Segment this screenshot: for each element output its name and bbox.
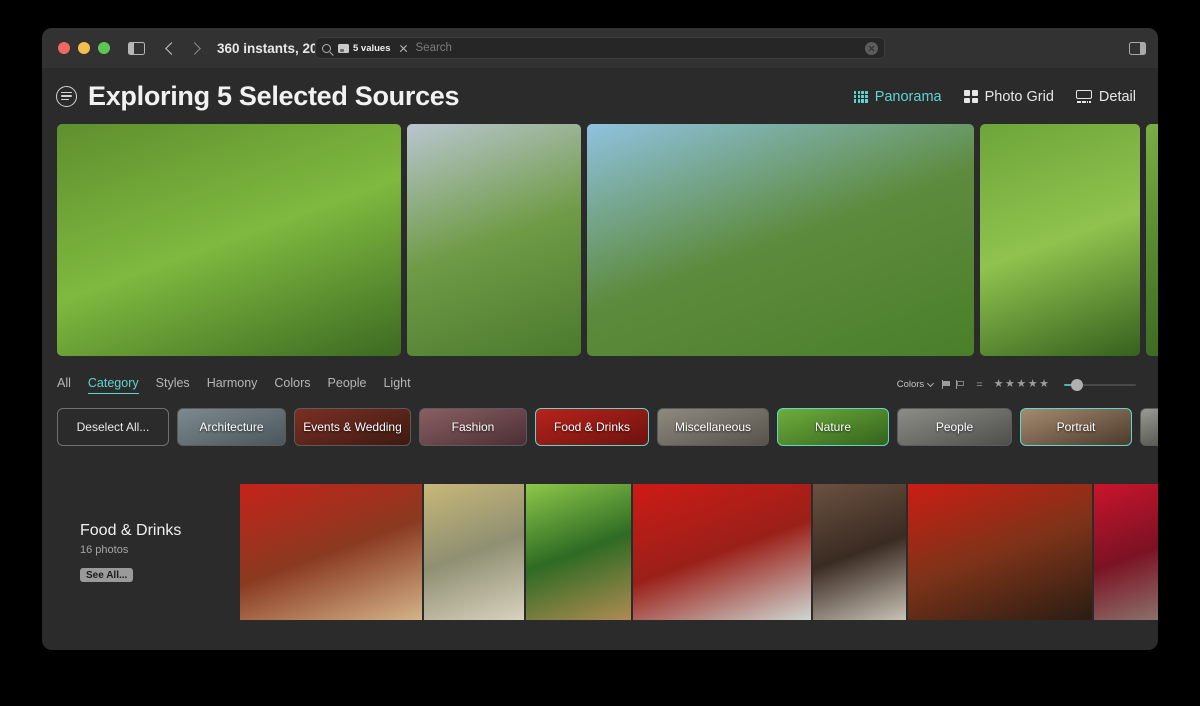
filter-tab-all[interactable]: All [57,376,71,394]
filter-tab-harmony[interactable]: Harmony [207,376,258,394]
rating-stars[interactable]: ★ ★ ★ ★ ★ [994,379,1049,390]
photo-group-row: Food & Drinks 16 photos See All... [42,456,1158,650]
filter-tabs[interactable]: All Category Styles Harmony Colors People Ligh… [57,376,411,394]
view-mode-photo-grid-label: Photo Grid [984,88,1054,105]
star-icon[interactable]: ★ [1028,379,1038,390]
search-icon [322,43,331,53]
group-title: Food & Drinks [80,521,182,539]
flag-icon[interactable] [942,380,951,389]
traffic-lights[interactable] [58,42,110,54]
category-chip-label: Food & Drinks [553,420,631,434]
sidebar-toggle-button[interactable] [128,41,145,55]
inspector-toggle-icon [1129,41,1146,55]
app-window: 360 instants, 2022-06-16 - 2022-06-16 5 … [42,28,1158,650]
category-chip-food-drinks[interactable]: Food & Drinks [535,408,649,446]
filter-tab-light[interactable]: Light [383,376,410,394]
panorama-photo[interactable] [980,124,1140,356]
view-mode-switcher[interactable]: Panorama Photo Grid Detail [853,88,1136,105]
inspector-toggle-button[interactable] [1129,41,1146,55]
search-token-label: 5 values [353,42,391,54]
star-icon[interactable]: ★ [1039,379,1049,390]
category-chip-label: Deselect All... [76,420,150,434]
size-slider[interactable] [1064,378,1136,392]
category-chips[interactable]: Deselect All... Architecture Events & Wedd… [42,396,1158,456]
panorama-strip[interactable] [42,124,1158,362]
category-chip-fashion[interactable]: Fashion [419,408,527,446]
category-chip-miscellaneous[interactable]: Miscellaneous [657,408,769,446]
group-photo[interactable] [526,484,631,620]
group-photo[interactable] [1094,484,1158,620]
category-chip-label: Fashion [451,420,495,434]
star-icon[interactable]: ★ [1005,379,1015,390]
category-chip-label: Portrait [1056,420,1096,434]
titlebar: 360 instants, 2022-06-16 - 2022-06-16 5 … [42,28,1158,68]
rating-operator[interactable]: = [976,379,982,391]
navigation-buttons[interactable] [165,41,201,55]
colors-dropdown[interactable]: Colors [896,379,935,390]
star-icon[interactable]: ★ [994,379,1004,390]
filter-tab-styles[interactable]: Styles [156,376,190,394]
search-input[interactable] [415,42,865,54]
detail-view-icon [1075,90,1092,103]
category-chip[interactable] [1140,408,1158,446]
panorama-photo[interactable] [407,124,581,356]
panorama-photo[interactable] [587,124,974,356]
view-mode-detail[interactable]: Detail [1075,88,1136,105]
close-window-button[interactable] [58,42,70,54]
category-chip-nature[interactable]: Nature [777,408,889,446]
filter-tab-people[interactable]: People [328,376,367,394]
image-icon [338,43,349,53]
main-content: Exploring 5 Selected Sources Panorama Ph… [42,68,1158,650]
filter-tab-category[interactable]: Category [87,376,139,394]
zoom-window-button[interactable] [98,42,110,54]
page-title: Exploring 5 Selected Sources [88,81,460,111]
clear-icon[interactable] [865,41,878,55]
category-chip-label: Miscellaneous [674,420,752,434]
flag-rejected-icon[interactable] [956,380,965,389]
group-photo[interactable] [240,484,422,620]
search-token[interactable]: 5 values [338,43,408,54]
view-mode-detail-label: Detail [1098,88,1136,105]
category-chip-events-wedding[interactable]: Events & Wedding [294,408,411,446]
flag-filters[interactable] [942,380,965,389]
see-all-button[interactable]: See All... [80,568,134,582]
photo-grid-icon [963,90,978,103]
view-mode-photo-grid[interactable]: Photo Grid [963,88,1054,105]
view-mode-panorama[interactable]: Panorama [853,88,942,105]
lines-in-circle-icon [56,86,77,107]
size-slider-knob[interactable] [1071,378,1083,391]
category-chip-people[interactable]: People [897,408,1012,446]
minimize-window-button[interactable] [78,42,90,54]
category-chip-portrait[interactable]: Portrait [1020,408,1132,446]
category-chip-deselect-all[interactable]: Deselect All... [57,408,169,446]
filter-tabs-row: All Category Styles Harmony Colors People Ligh… [42,362,1158,396]
close-icon[interactable] [399,44,408,53]
group-count: 16 photos [80,543,129,556]
category-chip-label: Events & Wedding [303,420,402,434]
panorama-photo[interactable] [57,124,401,356]
panorama-grid-icon [853,90,868,103]
category-chip-label: People [935,420,974,434]
chevron-down-icon [927,379,935,387]
chevron-left-icon[interactable] [165,41,178,55]
colors-dropdown-label: Colors [896,379,925,390]
category-chip-label: Nature [814,420,852,434]
group-photo[interactable] [633,484,811,620]
star-icon[interactable]: ★ [1016,379,1026,390]
search-bar[interactable]: 5 values [315,37,885,59]
group-photo[interactable] [908,484,1092,620]
category-chip-architecture[interactable]: Architecture [177,408,286,446]
group-photo[interactable] [813,484,906,620]
category-chip-label: Architecture [199,420,264,434]
sidebar-toggle-icon [128,41,145,55]
view-mode-panorama-label: Panorama [874,88,942,105]
panorama-photo[interactable] [1146,124,1158,356]
group-meta: Food & Drinks 16 photos See All... [42,522,240,583]
filter-tools[interactable]: Colors = ★ ★ ★ ★ ★ [897,378,1136,392]
filter-tab-colors[interactable]: Colors [274,376,310,394]
chevron-right-icon[interactable] [188,41,201,55]
header-row: Exploring 5 Selected Sources Panorama Ph… [42,68,1158,124]
group-photo[interactable] [424,484,524,620]
group-photo-strip[interactable] [240,484,1158,620]
